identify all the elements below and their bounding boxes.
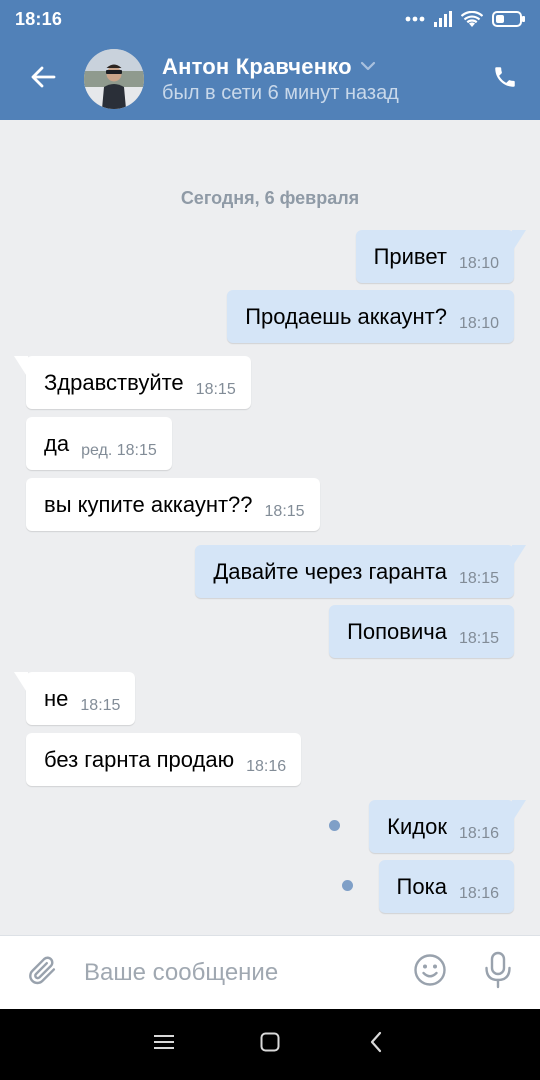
chat-app-bar: Антон Кравченко был в сети 6 минут назад <box>0 38 540 120</box>
message-time: 18:10 <box>458 254 499 272</box>
message-time: 18:15 <box>458 569 499 587</box>
nav-back-button[interactable] <box>323 1009 429 1080</box>
signal-icon <box>434 11 452 27</box>
message-text: Поповича <box>347 618 447 644</box>
message-bubble-outgoing[interactable]: Давайте через гаранта 18:15 <box>195 545 526 598</box>
message-edited-time: ред. 18:15 <box>81 441 157 459</box>
avatar[interactable] <box>84 49 144 109</box>
message-time: 18:15 <box>195 380 236 398</box>
battery-icon <box>492 11 526 27</box>
message-time: 18:16 <box>458 824 499 842</box>
message-text: Давайте через гаранта <box>213 558 447 584</box>
message-time: 18:10 <box>458 314 499 332</box>
message-input[interactable] <box>84 935 396 1010</box>
message-bubble-outgoing[interactable]: Пока 18:16 <box>378 860 514 913</box>
message-bubble-outgoing[interactable]: Кидок 18:16 <box>369 800 526 853</box>
message-time: 18:15 <box>264 502 305 520</box>
bubble-tail <box>512 230 526 252</box>
message-time: 18:15 <box>458 629 499 647</box>
message-bubble-incoming[interactable]: не 18:15 <box>14 672 136 725</box>
home-square-icon <box>260 1032 280 1057</box>
unread-indicator <box>329 820 340 831</box>
last-seen-status: был в сети 6 минут назад <box>162 81 399 104</box>
system-navigation-bar <box>0 1009 540 1080</box>
message-composer <box>0 935 540 1010</box>
message-text: Пока <box>396 873 447 899</box>
phone-icon <box>492 64 518 95</box>
message-list[interactable]: Сегодня, 6 февраля Привет 18:10 Продаешь… <box>0 120 540 935</box>
header-bar: 18:16 Антон Кравченко был в сети 6 минут… <box>0 0 540 120</box>
wifi-icon <box>461 10 483 28</box>
message-bubble-outgoing[interactable]: Продаешь аккаунт? 18:10 <box>227 290 514 343</box>
message-bubble-outgoing[interactable]: Привет 18:10 <box>355 230 526 283</box>
message-text: да <box>44 430 70 456</box>
status-time: 18:16 <box>15 8 63 29</box>
message-text: без гарнта продаю <box>44 746 235 772</box>
nav-home-button[interactable] <box>217 1009 323 1080</box>
bubble-tail <box>512 545 526 567</box>
back-button[interactable] <box>0 38 86 120</box>
message-bubble-incoming[interactable]: вы купите аккаунт?? 18:15 <box>26 478 320 531</box>
message-bubble-incoming[interactable]: без гарнта продаю 18:16 <box>26 733 302 786</box>
message-text: вы купите аккаунт?? <box>44 491 253 517</box>
message-text: Здравствуйте <box>44 369 184 395</box>
message-time: 18:16 <box>458 884 499 902</box>
message-text: Продаешь аккаунт? <box>245 303 447 329</box>
voice-message-button[interactable] <box>464 936 532 1010</box>
message-bubble-incoming[interactable]: да ред. 18:15 <box>26 417 172 470</box>
contact-name: Антон Кравченко <box>162 53 352 79</box>
paperclip-icon <box>25 953 59 992</box>
message-text: Кидок <box>387 813 447 839</box>
status-icons <box>405 10 526 28</box>
microphone-icon <box>483 951 513 994</box>
nav-menu-button[interactable] <box>111 1009 217 1080</box>
unread-indicator <box>342 880 353 891</box>
menu-icon <box>154 1034 174 1055</box>
more-dots-icon <box>405 15 425 23</box>
chevron-down-icon <box>360 58 376 76</box>
call-button[interactable] <box>470 38 540 120</box>
bubble-tail <box>512 800 526 822</box>
chat-title-block[interactable]: Антон Кравченко был в сети 6 минут назад <box>162 54 399 105</box>
status-bar: 18:16 <box>0 0 540 38</box>
message-time: 18:15 <box>80 696 121 714</box>
arrow-left-icon <box>30 66 56 93</box>
message-bubble-outgoing[interactable]: Поповича 18:15 <box>329 605 514 658</box>
bubble-tail <box>14 356 28 378</box>
message-text: Привет <box>373 243 447 269</box>
smiley-icon <box>413 953 447 992</box>
bubble-tail <box>14 672 28 694</box>
message-bubble-incoming[interactable]: Здравствуйте 18:15 <box>14 356 251 409</box>
emoji-button[interactable] <box>396 936 464 1010</box>
chevron-left-icon <box>369 1031 383 1058</box>
message-time: 18:16 <box>246 757 287 775</box>
date-divider: Сегодня, 6 февраля <box>180 188 360 208</box>
message-text: не <box>44 685 69 711</box>
attach-button[interactable] <box>0 936 84 1010</box>
